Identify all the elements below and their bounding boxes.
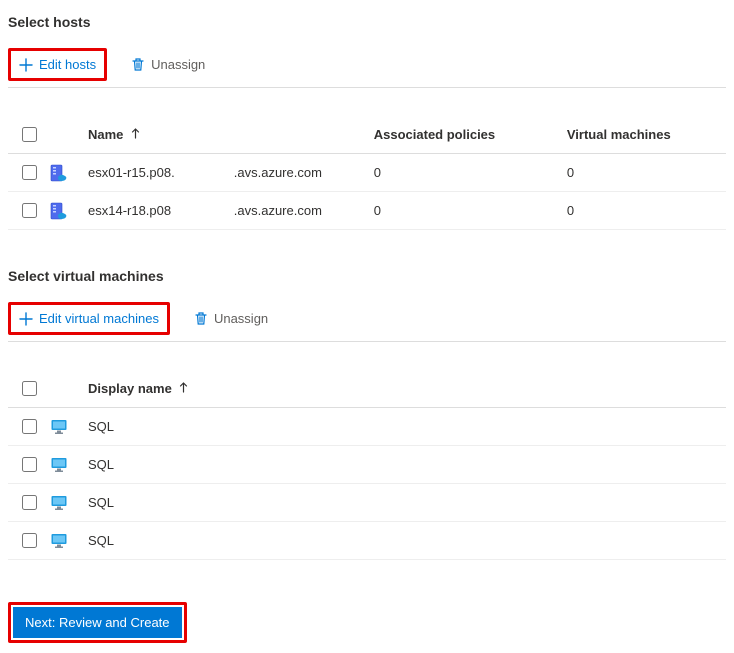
vms-table: Display name SQLSQLSQLSQL bbox=[8, 370, 726, 560]
row-checkbox[interactable] bbox=[22, 203, 37, 218]
hosts-toolbar: Edit hosts Unassign bbox=[8, 48, 726, 88]
vms-col-display-name[interactable]: Display name bbox=[78, 370, 726, 408]
row-checkbox[interactable] bbox=[22, 495, 37, 510]
trash-icon bbox=[194, 311, 208, 326]
vm-name-cell: SQL bbox=[78, 446, 726, 484]
vms-toolbar: Edit virtual machines Unassign bbox=[8, 302, 726, 342]
host-name-cell: esx01-r15.p08. bbox=[78, 154, 224, 192]
trash-icon bbox=[131, 57, 145, 72]
vms-section-title: Select virtual machines bbox=[8, 268, 726, 284]
host-name-cell: esx14-r18.p08 bbox=[78, 192, 224, 230]
plus-icon bbox=[19, 58, 33, 72]
table-row: SQL bbox=[8, 522, 726, 560]
table-row: esx14-r18.p08.avs.azure.com00 bbox=[8, 192, 726, 230]
host-icon bbox=[50, 164, 68, 182]
row-checkbox[interactable] bbox=[22, 419, 37, 434]
unassign-hosts-label: Unassign bbox=[151, 57, 205, 72]
row-checkbox[interactable] bbox=[22, 457, 37, 472]
host-vms-cell: 0 bbox=[557, 154, 726, 192]
host-icon bbox=[50, 202, 68, 220]
vms-col-display-name-label: Display name bbox=[88, 381, 172, 396]
table-row: SQL bbox=[8, 408, 726, 446]
host-domain-cell: .avs.azure.com bbox=[224, 192, 364, 230]
vm-name-cell: SQL bbox=[78, 484, 726, 522]
vm-name-cell: SQL bbox=[78, 408, 726, 446]
edit-vms-label: Edit virtual machines bbox=[39, 311, 159, 326]
next-review-create-button[interactable]: Next: Review and Create bbox=[13, 607, 182, 638]
highlight-next-button: Next: Review and Create bbox=[8, 602, 187, 643]
footer: Next: Review and Create bbox=[8, 602, 726, 643]
vm-icon bbox=[50, 494, 68, 512]
hosts-section-title: Select hosts bbox=[8, 14, 726, 30]
host-vms-cell: 0 bbox=[557, 192, 726, 230]
hosts-select-all-checkbox[interactable] bbox=[22, 127, 37, 142]
hosts-col-vms[interactable]: Virtual machines bbox=[557, 116, 726, 154]
plus-icon bbox=[19, 312, 33, 326]
hosts-col-assoc[interactable]: Associated policies bbox=[364, 116, 557, 154]
vm-icon bbox=[50, 456, 68, 474]
row-checkbox[interactable] bbox=[22, 533, 37, 548]
host-assoc-cell: 0 bbox=[364, 192, 557, 230]
highlight-edit-hosts: Edit hosts bbox=[8, 48, 107, 81]
table-row: esx01-r15.p08..avs.azure.com00 bbox=[8, 154, 726, 192]
vm-icon bbox=[50, 418, 68, 436]
hosts-col-name-label: Name bbox=[88, 127, 123, 142]
hosts-col-name[interactable]: Name bbox=[78, 116, 224, 154]
unassign-hosts-button[interactable]: Unassign bbox=[125, 53, 211, 76]
highlight-edit-vms: Edit virtual machines bbox=[8, 302, 170, 335]
edit-hosts-label: Edit hosts bbox=[39, 57, 96, 72]
hosts-table: Name Associated policies Virtual machine… bbox=[8, 116, 726, 230]
sort-asc-icon bbox=[179, 382, 188, 393]
unassign-vms-button[interactable]: Unassign bbox=[188, 307, 274, 330]
row-checkbox[interactable] bbox=[22, 165, 37, 180]
edit-hosts-button[interactable]: Edit hosts bbox=[13, 53, 102, 76]
vm-name-cell: SQL bbox=[78, 522, 726, 560]
sort-asc-icon bbox=[131, 128, 140, 139]
edit-vms-button[interactable]: Edit virtual machines bbox=[13, 307, 165, 330]
vm-icon bbox=[50, 532, 68, 550]
vms-select-all-checkbox[interactable] bbox=[22, 381, 37, 396]
table-row: SQL bbox=[8, 446, 726, 484]
host-assoc-cell: 0 bbox=[364, 154, 557, 192]
unassign-vms-label: Unassign bbox=[214, 311, 268, 326]
table-row: SQL bbox=[8, 484, 726, 522]
host-domain-cell: .avs.azure.com bbox=[224, 154, 364, 192]
